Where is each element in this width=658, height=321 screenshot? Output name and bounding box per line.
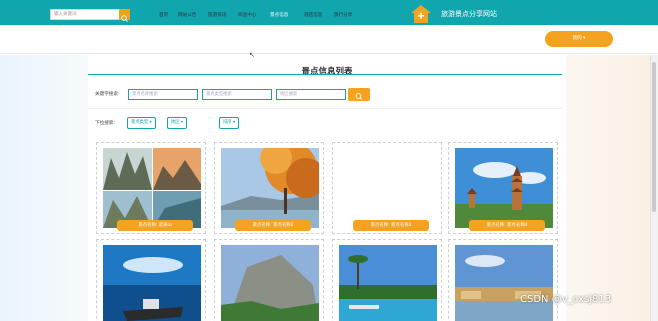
divider (88, 108, 562, 109)
attraction-name: 景点名称: 武夷山 (117, 220, 193, 231)
keyword-search-button[interactable] (348, 88, 370, 101)
attraction-photo (455, 245, 553, 321)
attraction-name-input[interactable]: 景点名称搜索 (128, 89, 198, 100)
main-content: 景点信息列表 关键字搜索: 景点名称搜索 景点类型搜索 地区搜索 下拉搜索: 景… (88, 55, 566, 321)
user-menu-button[interactable]: 我的 ▾ (545, 31, 613, 47)
attraction-photo (221, 245, 319, 321)
left-background (0, 55, 88, 321)
attraction-photo (455, 148, 553, 228)
attraction-card[interactable]: 景点名称: 景点名称2 (214, 142, 324, 234)
nav-product-center[interactable]: 商品中心 (236, 11, 258, 20)
attraction-name: 景点名称: 景点名称3 (353, 220, 429, 231)
title-underline (88, 74, 562, 75)
region-dropdown[interactable]: 地区 ▾ (167, 117, 188, 129)
attraction-card[interactable] (96, 239, 206, 321)
attraction-card[interactable]: 景点名称: 景点名称4 (448, 142, 558, 234)
scrollbar-thumb[interactable] (652, 62, 656, 212)
region-input[interactable]: 地区搜索 (276, 89, 346, 100)
attraction-photo (339, 245, 437, 321)
sort-dropdown[interactable]: 排序 ▾ (219, 117, 240, 129)
watermark: CSDN @v_cxsj813 (520, 294, 612, 305)
attraction-card[interactable]: 景点名称: 武夷山 (96, 142, 206, 234)
page-title: 景点信息列表 (301, 67, 353, 77)
nav-hotels[interactable]: 酒店信息 (302, 11, 324, 20)
attraction-card[interactable] (214, 239, 324, 321)
site-title: 旅游景点分享网站 (441, 10, 497, 18)
attraction-card[interactable]: 景点名称: 景点名称3 (332, 142, 442, 234)
attraction-photo (339, 148, 437, 228)
dropdown-search-label: 下拉搜索: (95, 121, 115, 126)
search-button[interactable] (119, 9, 130, 22)
right-background (566, 55, 658, 321)
nav-travel-news[interactable]: 旅游资讯 (206, 11, 228, 20)
attraction-type-input[interactable]: 景点类型搜索 (202, 89, 272, 100)
house-logo-icon (411, 5, 431, 23)
attraction-photo (103, 245, 201, 321)
search-input[interactable]: 输入关键词 (50, 9, 122, 20)
attraction-type-dropdown[interactable]: 景点类型 ▾ (127, 117, 156, 129)
search-icon (355, 93, 363, 100)
attraction-photo (103, 148, 201, 228)
keyword-search-label: 关键字搜索: (95, 92, 120, 97)
attraction-card[interactable] (332, 239, 442, 321)
attraction-name: 景点名称: 景点名称4 (469, 220, 545, 231)
nav-home[interactable]: 首页 (157, 11, 170, 20)
attraction-photo (221, 148, 319, 228)
nav-attractions[interactable]: 景点信息 (268, 11, 291, 20)
attraction-name: 景点名称: 景点名称2 (235, 220, 311, 231)
nav-travel-share[interactable]: 旅行分享 (332, 11, 354, 20)
nav-announcements[interactable]: 网站公告 (176, 11, 198, 20)
attraction-card[interactable] (448, 239, 558, 321)
search-icon (121, 15, 128, 22)
